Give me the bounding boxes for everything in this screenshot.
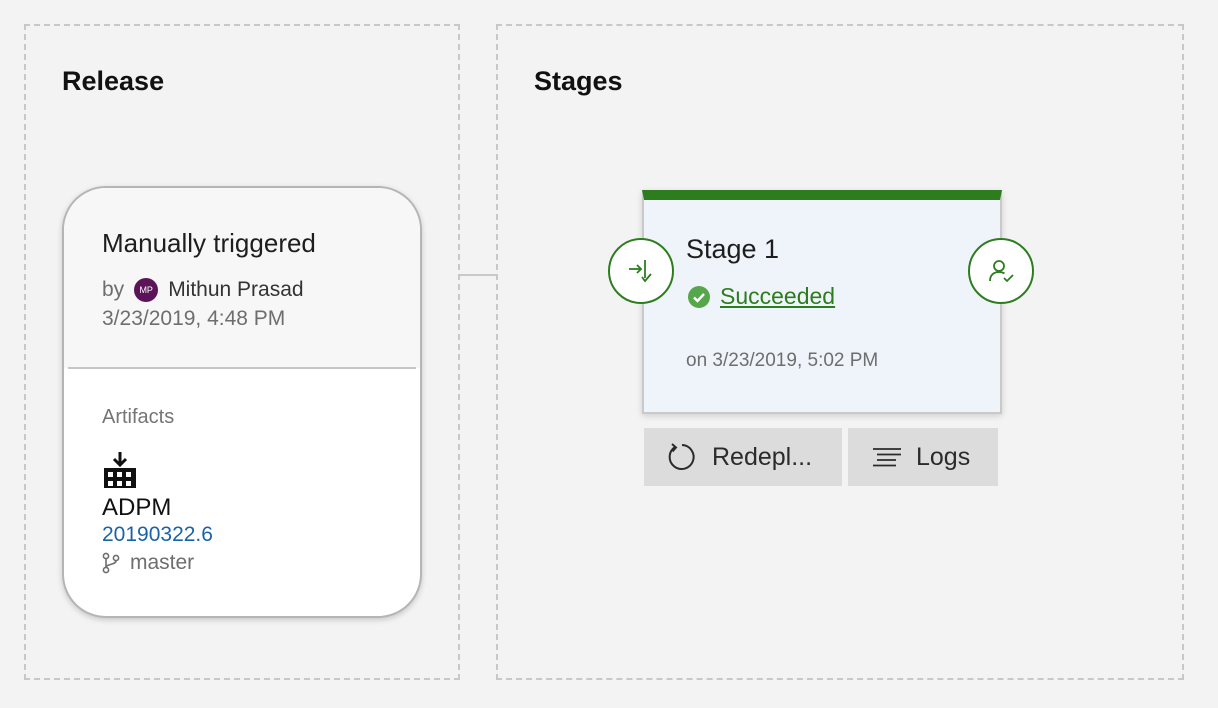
branch-name: master: [130, 551, 195, 574]
logs-icon: [873, 448, 901, 467]
avatar: MP: [134, 278, 159, 302]
artifacts-label: Artifacts: [102, 406, 175, 428]
stage-date: on 3/23/2019, 5:02 PM: [686, 350, 879, 371]
branch-icon: [102, 552, 120, 574]
redeploy-icon: [668, 443, 695, 470]
artifact-version-link[interactable]: 20190322.6: [102, 523, 213, 547]
pre-deployment-conditions-button[interactable]: [608, 238, 674, 304]
release-title: Release: [62, 66, 165, 96]
pre-deployment-conditions-icon: [629, 260, 652, 283]
artifact-name: ADPM: [102, 494, 172, 521]
stages-title: Stages: [534, 66, 623, 96]
by-label: by: [102, 278, 125, 301]
post-deployment-approver-button[interactable]: [968, 238, 1034, 304]
logs-button[interactable]: Logs: [848, 428, 998, 486]
stage-card[interactable]: Stage 1 Succeeded on 3/23/2019, 5:02 PM: [642, 190, 1002, 414]
release-card-divider: [68, 367, 416, 369]
release-card[interactable]: Manually triggered by MP Mithun Prasad 3…: [62, 186, 422, 618]
check-circle-icon: [688, 285, 710, 308]
stage-status-link[interactable]: Succeeded: [720, 283, 835, 310]
redeploy-label: Redepl...: [712, 442, 813, 471]
branch-row: master: [102, 551, 194, 575]
stage-name: Stage 1: [686, 234, 780, 264]
trigger-date: 3/23/2019, 4:48 PM: [102, 307, 286, 330]
build-artifact-icon: [102, 450, 138, 490]
stage-status-row: Succeeded: [688, 283, 835, 310]
user-name: Mithun Prasad: [168, 278, 304, 301]
trigger-title: Manually triggered: [102, 228, 316, 258]
redeploy-button[interactable]: Redepl...: [644, 428, 842, 486]
release-stage-connector: [460, 274, 496, 276]
triggered-by-row: by MP Mithun Prasad: [102, 276, 304, 304]
logs-label: Logs: [916, 442, 971, 471]
post-deployment-approver-icon: [989, 260, 1014, 283]
